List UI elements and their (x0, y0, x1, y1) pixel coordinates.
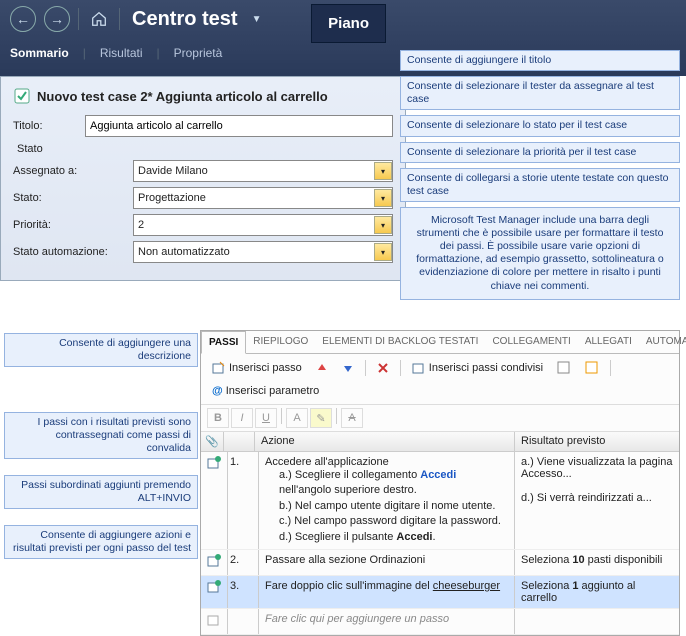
create-shared-button[interactable] (580, 358, 604, 378)
insert-step-icon (212, 361, 226, 375)
stato-label: Stato: (13, 192, 133, 204)
shared-steps-icon (412, 361, 426, 375)
arrow-down-icon (342, 362, 354, 374)
move-down-button[interactable] (337, 359, 359, 377)
validate-icon (201, 576, 228, 608)
step-action[interactable]: Passare alla sezione Ordinazioni (259, 550, 515, 575)
subnav-sommario[interactable]: Sommario (10, 46, 69, 60)
callout-toolbar-info: Microsoft Test Manager include una barra… (400, 207, 680, 300)
validate-icon (201, 452, 228, 549)
subnav-proprieta[interactable]: Proprietà (174, 46, 223, 60)
new-step-icon (201, 609, 228, 634)
open-icon (557, 361, 571, 375)
chevron-down-icon: ▾ (374, 243, 392, 261)
validate-icon (201, 550, 228, 575)
tab-allegati[interactable]: ALLEGATI (578, 331, 639, 353)
back-button[interactable]: ← (10, 6, 36, 32)
callout: Consente di aggiungere una descrizione (4, 333, 198, 367)
insert-step-button[interactable]: Inserisci passo (207, 358, 307, 378)
format-toolbar: B I U A ✎ A (201, 405, 679, 432)
forward-button[interactable]: → (44, 6, 70, 32)
home-icon (90, 10, 108, 28)
grid-header: 📎 Azione Risultato previsto (201, 432, 679, 452)
automazione-label: Stato automazione: (13, 246, 133, 258)
stato-combo[interactable]: Progettazione▾ (133, 187, 393, 209)
insert-shared-button[interactable]: Inserisci passi condivisi (407, 358, 548, 378)
underline-button[interactable]: U (255, 408, 277, 428)
step-row[interactable]: 3.Fare doppio clic sull'immagine del che… (201, 576, 679, 609)
callout: Consente di selezionare la priorità per … (400, 142, 680, 163)
automazione-combo[interactable]: Non automatizzato▾ (133, 241, 393, 263)
step-number: 1. (228, 452, 259, 549)
title-input[interactable] (85, 115, 393, 137)
new-shared-icon (585, 361, 599, 375)
step-number: 2. (228, 550, 259, 575)
test-case-form: Nuovo test case 2* Aggiunta articolo al … (0, 76, 406, 281)
add-step-placeholder[interactable]: Fare clic qui per aggiungere un passo (259, 609, 515, 634)
home-button[interactable] (87, 7, 111, 31)
right-callouts: Consente di aggiungere il titolo Consent… (400, 50, 680, 305)
open-shared-button[interactable] (552, 358, 576, 378)
callout: Consente di aggiungere azioni e risultat… (4, 525, 198, 559)
delete-step-button[interactable] (372, 359, 394, 377)
tab-automazione[interactable]: AUTOMAZIONE ASSOCIATA... (639, 331, 686, 353)
col-risultato: Risultato previsto (515, 432, 679, 451)
chevron-down-icon[interactable]: ▼ (252, 14, 262, 25)
callout: Passi subordinati aggiunti premendo ALT+… (4, 475, 198, 509)
subnav-risultati[interactable]: Risultati (100, 46, 143, 60)
title-label: Titolo: (13, 120, 85, 132)
step-result[interactable]: Seleziona 10 pasti disponibili (515, 550, 679, 575)
tab-passi[interactable]: PASSI (201, 331, 246, 354)
attach-column-icon: 📎 (201, 432, 224, 451)
tab-piano[interactable]: Piano (311, 4, 386, 43)
chevron-down-icon: ▾ (374, 216, 392, 234)
test-case-icon (13, 87, 31, 105)
bold-button[interactable]: B (207, 408, 229, 428)
highlight-button[interactable]: ✎ (310, 408, 332, 428)
stato-group-label: Stato (17, 143, 393, 155)
steps-panel: PASSI RIEPILOGO ELEMENTI DI BACKLOG TEST… (200, 330, 680, 636)
move-up-button[interactable] (311, 359, 333, 377)
step-action[interactable]: Fare doppio clic sull'immagine del chees… (259, 576, 515, 608)
step-row[interactable]: 2.Passare alla sezione OrdinazioniSelezi… (201, 550, 679, 576)
arrow-up-icon (316, 362, 328, 374)
font-color-button[interactable]: A (286, 408, 308, 428)
callout: I passi con i risultati previsti sono co… (4, 412, 198, 459)
step-result[interactable]: Seleziona 1 aggiunto al carrello (515, 576, 679, 608)
step-action[interactable]: Accedere all'applicazionea.) Scegliere i… (259, 452, 515, 549)
tab-collegamenti[interactable]: COLLEGAMENTI (485, 331, 577, 353)
assegnato-label: Assegnato a: (13, 165, 133, 177)
hub-title: Centro test (132, 8, 238, 31)
callout: Consente di aggiungere il titolo (400, 50, 680, 71)
col-azione: Azione (255, 432, 515, 451)
priorita-label: Priorità: (13, 219, 133, 231)
tab-backlog[interactable]: ELEMENTI DI BACKLOG TESTATI (315, 331, 485, 353)
left-callouts: Consente di aggiungere una descrizione (4, 333, 198, 372)
chevron-down-icon: ▾ (374, 162, 392, 180)
step-row[interactable]: 1.Accedere all'applicazionea.) Scegliere… (201, 452, 679, 550)
callout: Consente di collegarsi a storie utente t… (400, 168, 680, 202)
tab-riepilogo[interactable]: RIEPILOGO (246, 331, 315, 353)
step-result[interactable]: a.) Viene visualizzata la pagina Accesso… (515, 452, 679, 549)
callout: Consente di selezionare lo stato per il … (400, 115, 680, 136)
clear-format-button[interactable]: A (341, 408, 363, 428)
italic-button[interactable]: I (231, 408, 253, 428)
form-heading: Nuovo test case 2* Aggiunta articolo al … (37, 89, 328, 104)
step-number: 3. (228, 576, 259, 608)
callout: Consente di selezionare il tester da ass… (400, 76, 680, 110)
assegnato-combo[interactable]: Davide Milano▾ (133, 160, 393, 182)
steps-toolbar: Inserisci passo Inserisci passi condivis… (201, 354, 679, 405)
insert-param-button[interactable]: @Inserisci parametro (207, 382, 324, 400)
priorita-combo[interactable]: 2▾ (133, 214, 393, 236)
at-icon: @ (212, 385, 223, 397)
chevron-down-icon: ▾ (374, 189, 392, 207)
delete-icon (377, 362, 389, 374)
